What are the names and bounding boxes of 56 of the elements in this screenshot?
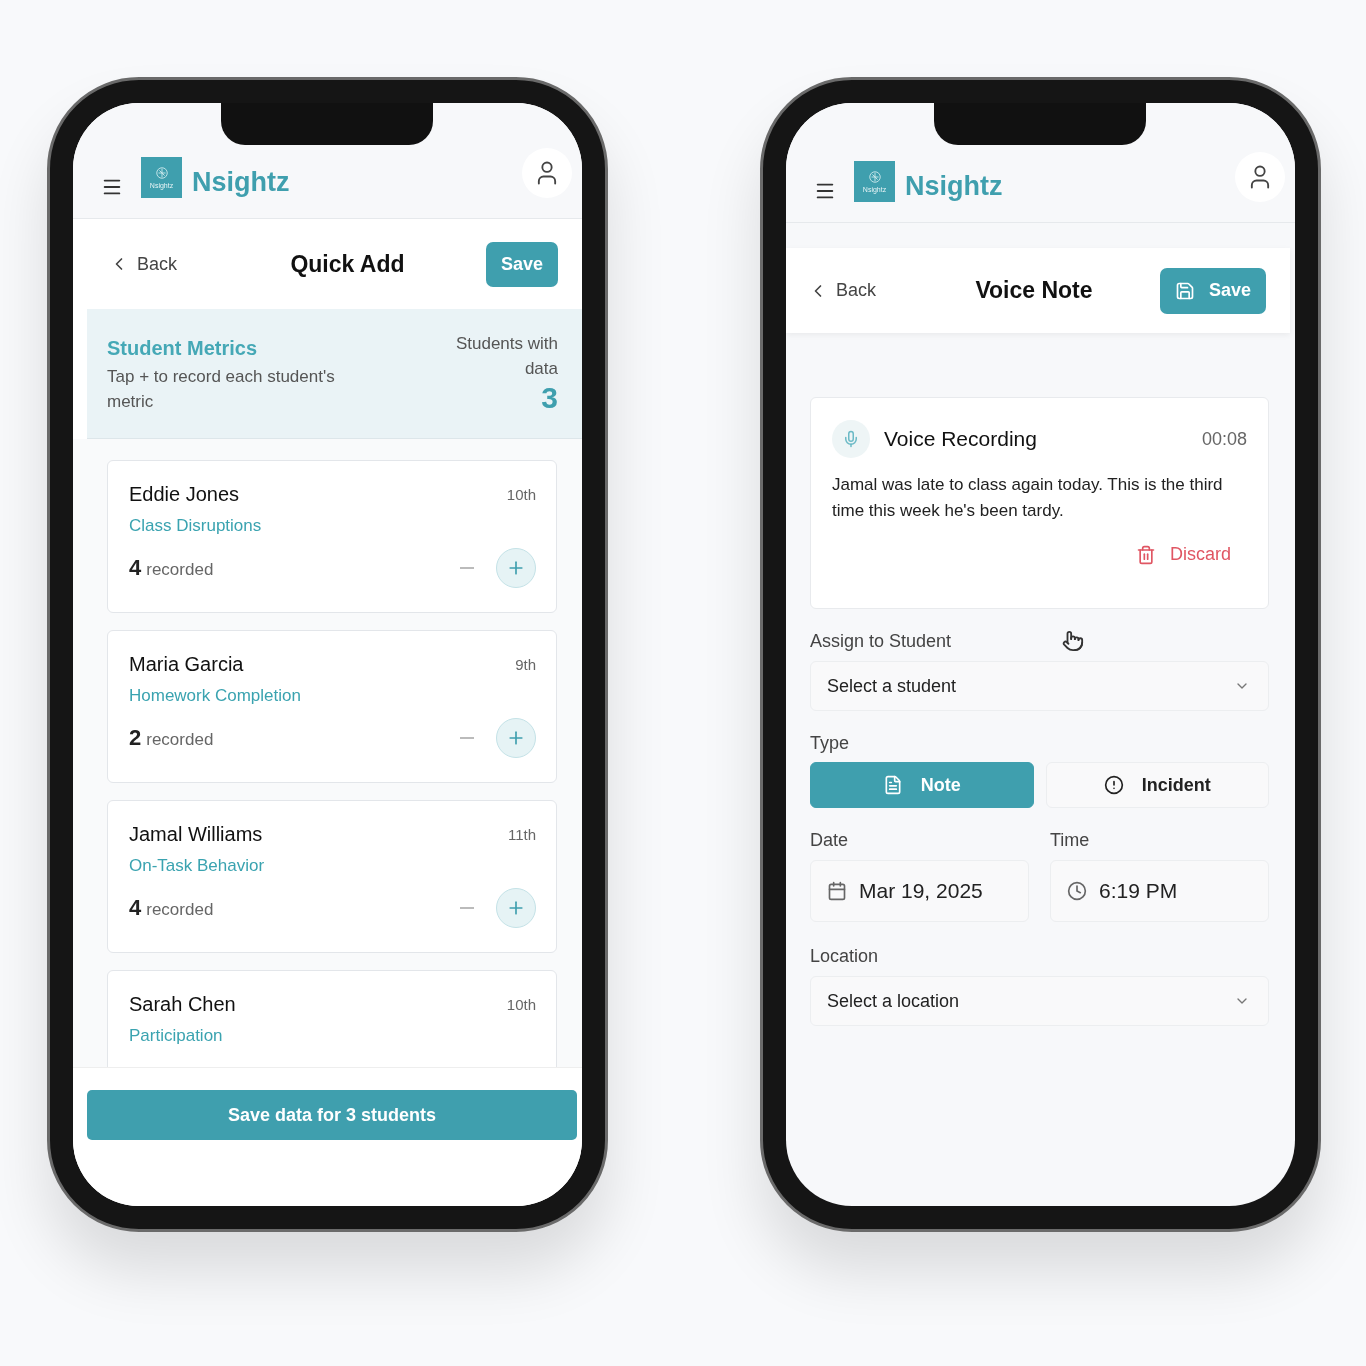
- minus-icon: [460, 907, 474, 909]
- page-title: Voice Note: [975, 277, 1093, 304]
- student-name: Jamal Williams: [129, 823, 263, 846]
- alert-icon: [1103, 775, 1124, 795]
- time-field[interactable]: 6:19 PM: [1050, 860, 1269, 922]
- plus-button[interactable]: [496, 888, 536, 928]
- back-button[interactable]: Back: [109, 253, 209, 275]
- brand-name: Nsightz: [192, 167, 291, 198]
- transcript-text: Jamal was late to class again today. This is the third time this week he's been tardy.: [832, 474, 1224, 522]
- recorded-count: 4 recorded: [129, 895, 215, 921]
- student-name: Maria Garcia: [129, 653, 244, 676]
- save-icon: [1174, 280, 1195, 301]
- recording-duration: 00:08: [1201, 428, 1247, 450]
- grade-label: 9th: [515, 656, 536, 673]
- minus-icon: [460, 737, 474, 739]
- recorded-count: 2 recorded: [129, 725, 215, 751]
- field-label: Time: [1050, 830, 1090, 851]
- metric-name: Homework Completion: [129, 686, 302, 706]
- banner-title: Student Metrics: [107, 337, 259, 360]
- calendar-icon: [827, 881, 847, 901]
- grade-label: 10th: [506, 486, 536, 503]
- field-label: Location: [810, 946, 879, 967]
- pointer-cursor-icon: [1062, 630, 1084, 652]
- count-label: Students with data: [454, 333, 558, 380]
- discard-button[interactable]: Discard: [1136, 544, 1231, 565]
- field-label: Type: [810, 733, 850, 754]
- globe-icon: [868, 171, 881, 183]
- type-toggle[interactable]: Incident: [1045, 762, 1269, 808]
- plus-button[interactable]: [496, 548, 536, 588]
- student-name: Eddie Jones: [129, 483, 240, 506]
- user-button[interactable]: [522, 148, 572, 198]
- grade-label: 11th: [507, 826, 536, 843]
- recorded-count: 4 recorded: [129, 555, 215, 581]
- date-field[interactable]: Mar 19, 2025: [810, 860, 1029, 922]
- student-count: 3: [541, 381, 558, 415]
- grade-label: 10th: [506, 996, 536, 1013]
- brand-name: Nsightz: [905, 171, 1004, 202]
- location-select[interactable]: Select a location: [810, 976, 1269, 1026]
- student-name: Sarah Chen: [129, 993, 236, 1016]
- clock-icon: [1067, 881, 1087, 901]
- minus-icon: [460, 567, 474, 569]
- field-label: Assign to Student: [810, 631, 952, 652]
- recording-title: Voice Recording: [884, 427, 1038, 451]
- microphone-icon: [842, 430, 860, 448]
- metric-name: Class Disruptions: [129, 516, 263, 536]
- metric-name: On-Task Behavior: [129, 856, 266, 876]
- banner-subtitle: Tap + to record each student's metric: [107, 366, 336, 413]
- globe-icon: [155, 167, 168, 179]
- back-button[interactable]: Back: [808, 280, 908, 301]
- student-select[interactable]: Select a student: [810, 661, 1269, 711]
- trash-icon: [1136, 544, 1156, 565]
- plus-button[interactable]: [496, 718, 536, 758]
- field-label: Date: [810, 830, 849, 851]
- user-button[interactable]: [1235, 152, 1285, 202]
- page-title: Quick Add: [290, 250, 405, 278]
- metric-name: Participation: [129, 1026, 224, 1046]
